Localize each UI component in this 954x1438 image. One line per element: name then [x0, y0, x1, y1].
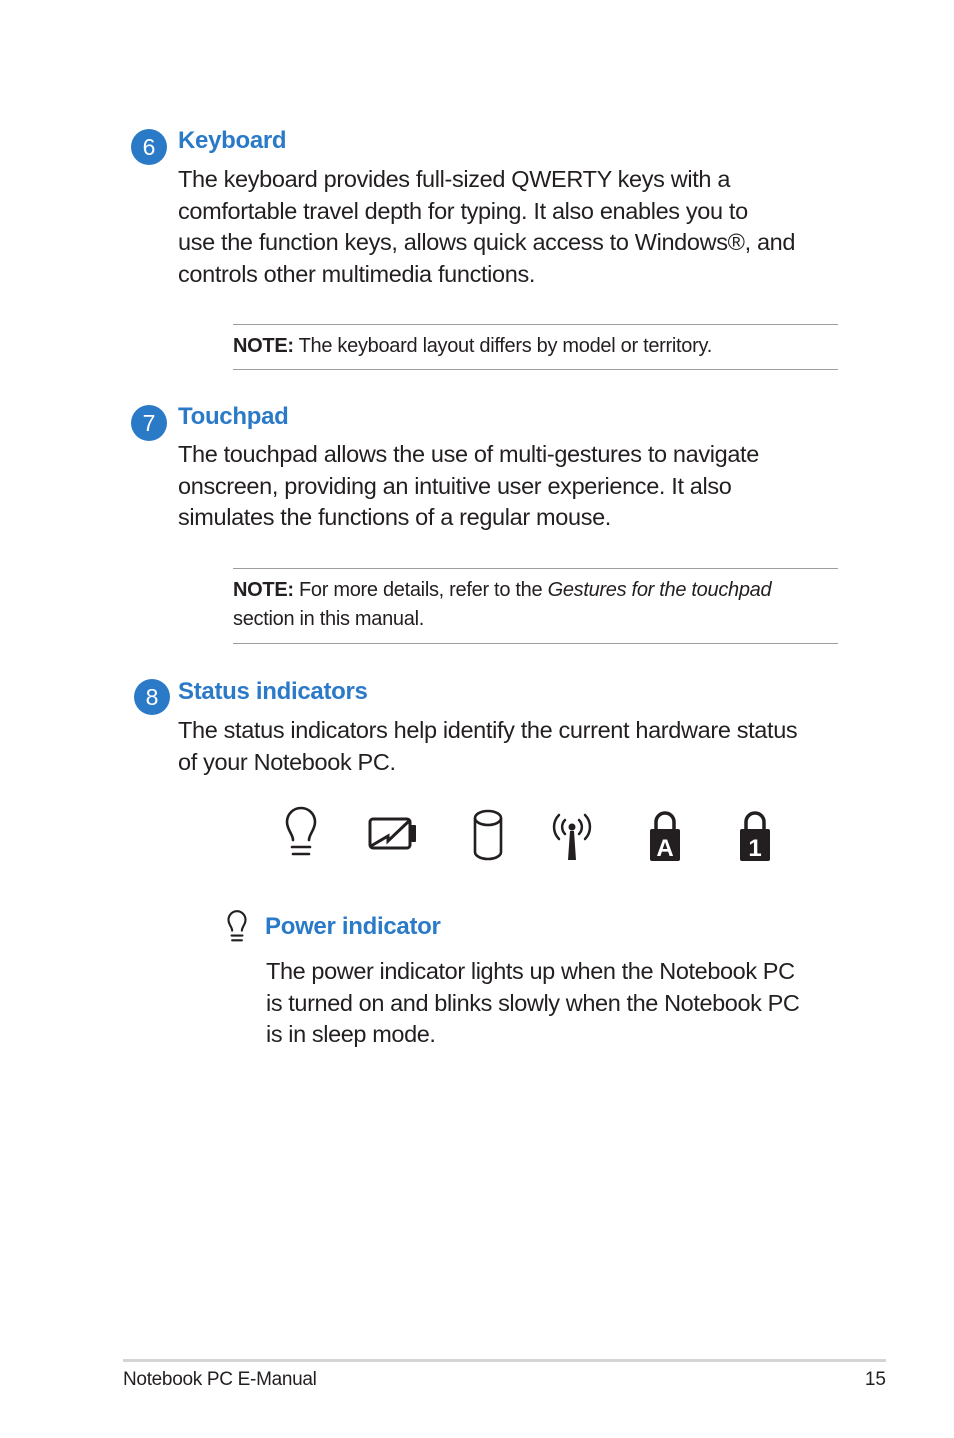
note-box: NOTE: For more details, refer to the Ges…: [233, 568, 838, 644]
section-number-badge: 7: [131, 405, 167, 441]
body-line: simulates the functions of a regular mou…: [178, 504, 611, 531]
body-line: comfortable travel depth for typing. It …: [178, 197, 748, 224]
num-lock-glyph: 1: [748, 835, 761, 862]
footer-divider: [123, 1359, 886, 1362]
drive-activity-icon: [473, 809, 503, 861]
num-lock-icon: 1: [740, 811, 770, 862]
body-line: use the function keys, allows quick acce…: [178, 229, 796, 256]
body-line: The status indicators help identify the …: [178, 717, 798, 743]
body-line: is in sleep mode.: [266, 1021, 436, 1048]
body-line: controls other multimedia functions.: [178, 261, 536, 288]
footer-manual-title: Notebook PC E-Manual: [123, 1369, 317, 1390]
body-line: of your Notebook PC.: [178, 748, 396, 775]
note-text: The keyboard layout differs by model or …: [293, 335, 713, 357]
note-box: NOTE: The keyboard layout differs by mod…: [233, 324, 838, 370]
note-reference-link: Gestures for the touchpad: [547, 579, 772, 601]
subsection-heading: Power indicator: [265, 913, 441, 940]
section-heading: Touchpad: [178, 403, 289, 430]
indicator-icons-row: A 1: [270, 806, 790, 870]
body-line: The keyboard provides full-sized QWERTY …: [178, 166, 731, 192]
subsection-body: The power indicator lights up when the N…: [266, 956, 846, 1051]
note-text: section in this manual.: [233, 607, 424, 630]
body-line: The power indicator lights up when the N…: [266, 958, 795, 984]
section-number-badge: 6: [131, 129, 167, 165]
battery-charge-icon: [368, 817, 416, 850]
body-line: is turned on and blinks slowly when the …: [266, 989, 800, 1016]
note-label: NOTE:: [233, 579, 294, 601]
power-bulb-icon: [285, 806, 317, 856]
body-line: onscreen, providing an intuitive user ex…: [178, 472, 732, 499]
section-heading: Keyboard: [178, 127, 287, 154]
body-line: The touchpad allows the use of multi-ges…: [178, 441, 759, 467]
section-heading: Status indicators: [178, 678, 368, 705]
section-number-badge: 8: [134, 679, 170, 715]
note-label: NOTE:: [233, 335, 294, 357]
footer-page-number: 15: [864, 1369, 886, 1390]
note-text: For more details, refer to the: [293, 579, 548, 601]
section-body: The keyboard provides full-sized QWERTY …: [178, 164, 838, 291]
section-body: The status indicators help identify the …: [178, 715, 838, 778]
section-body: The touchpad allows the use of multi-ges…: [178, 439, 838, 534]
caps-lock-glyph: A: [656, 835, 673, 862]
caps-lock-icon: A: [650, 811, 680, 862]
wireless-icon: [552, 813, 592, 860]
power-bulb-icon: [227, 910, 247, 942]
